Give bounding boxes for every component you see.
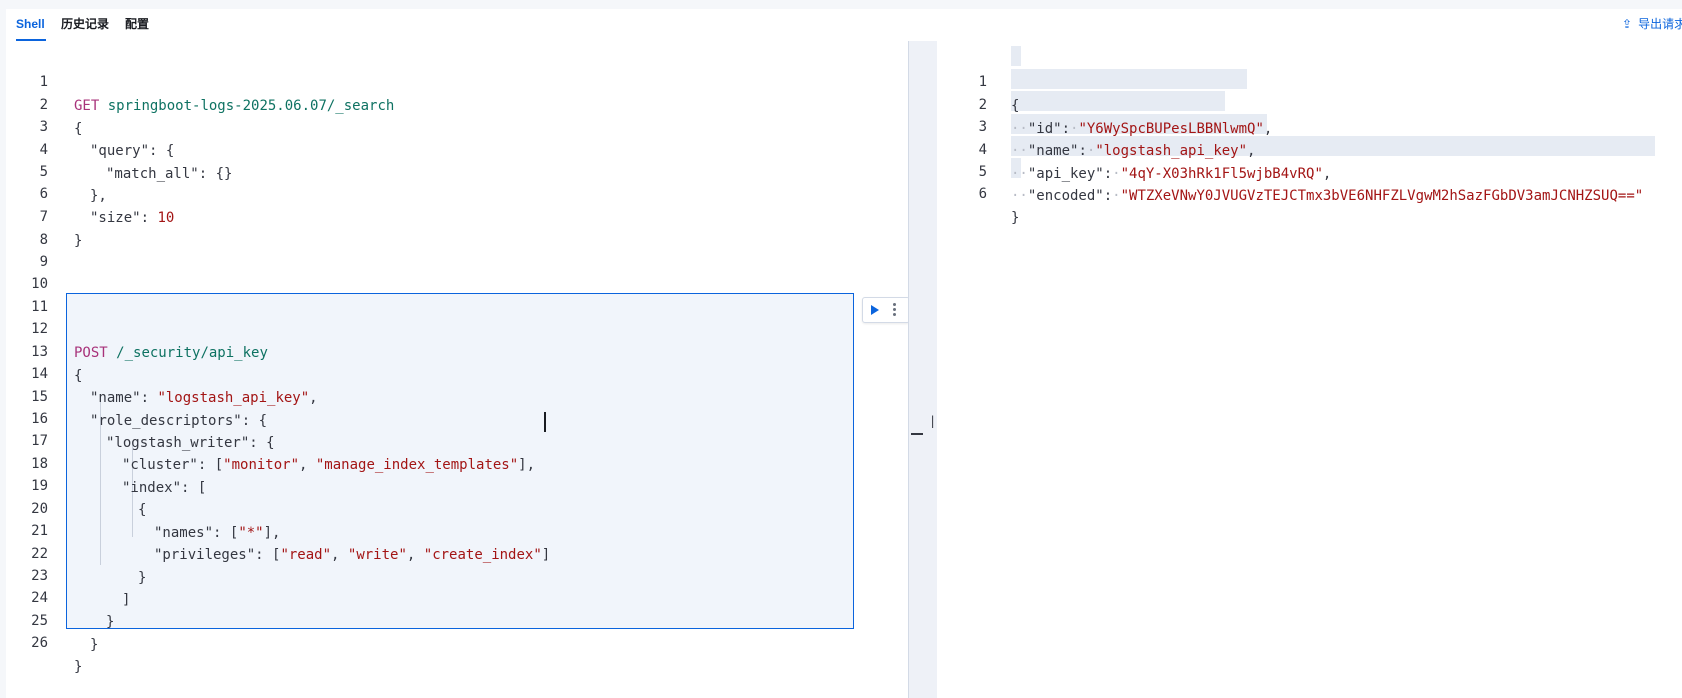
code-line-16: 16 "logstash_writer": { xyxy=(6,383,908,451)
whitespace-marker: ·· xyxy=(1011,188,1028,204)
request-actions xyxy=(862,297,910,323)
code-text: } xyxy=(74,659,83,675)
code-line-22: 22 } xyxy=(6,518,908,586)
code-line-21: 21 "privileges": ["read", "write", "crea… xyxy=(6,495,908,563)
code-text: } xyxy=(90,637,99,653)
code-line-23: 23 ] xyxy=(6,540,908,608)
export-label: 导出请求 xyxy=(1638,17,1682,31)
tab-shell[interactable]: Shell xyxy=(16,9,46,41)
output-line-4: 4 ··"api_key":·"4qY-X03hRk1Fl5wjbB4vRQ", xyxy=(937,114,1682,182)
tab-history[interactable]: 历史记录 xyxy=(61,9,109,41)
code-line-6: 6 "size": 10 xyxy=(6,158,908,226)
code-line-2: 2 { xyxy=(6,69,908,137)
pane-resizer[interactable]: || xyxy=(908,41,943,698)
response-output[interactable]: 1 { 2 ··"id":·"Y6WySpcBUPesLBBNlwmQ", 3 … xyxy=(937,41,1682,698)
code-line-24: 24 } xyxy=(6,562,908,630)
code-line-20: 20 "names": ["*"], xyxy=(6,473,908,541)
json-key: "encoded" xyxy=(1027,188,1104,204)
request-editor[interactable]: 1 GET springboot-logs-2025.06.07/_search… xyxy=(6,41,910,698)
code-line-3: 3 "query": { xyxy=(6,91,908,159)
code-line-19: 19 { xyxy=(6,450,908,518)
text-cursor xyxy=(544,412,546,432)
play-icon[interactable] xyxy=(871,305,879,315)
code-line-18: 18 "index": [ xyxy=(6,428,908,496)
code-line-14: 14 "name": "logstash_api_key", xyxy=(6,338,908,406)
console-app: Shell 历史记录 配置 ⇪ 导出请求 1 GET springboot-log… xyxy=(6,9,1682,698)
code-line-4: 4 "match_all": {} xyxy=(6,114,908,182)
code-line-9: 9 xyxy=(6,226,908,270)
output-line-6: 6 } xyxy=(937,158,1682,226)
output-line-5: 5 ··"encoded":·"WTZXeVNwY0JVUGVzTEJCTmx3… xyxy=(937,136,1682,204)
kebab-menu-icon[interactable] xyxy=(893,303,896,317)
code-line-8: 8 xyxy=(6,204,908,248)
code-text: : xyxy=(1103,188,1113,204)
line-number: 6 xyxy=(978,186,987,202)
json-string: "WTZXeVNwY0JVUGVzTEJCTmx3bVE6NHFZLVgwM2h… xyxy=(1120,188,1644,204)
output-line-1: 1 { xyxy=(937,46,1682,114)
code-line-17: 17 "cluster": ["monitor", "manage_index_… xyxy=(6,405,908,473)
code-line-1: 1 GET springboot-logs-2025.06.07/_search xyxy=(6,46,908,114)
code-line-15: 15 "role_descriptors": { xyxy=(6,361,908,429)
tab-config[interactable]: 配置 xyxy=(125,9,149,41)
code-line-25: 25 } xyxy=(6,585,908,653)
tab-bar: Shell 历史记录 配置 ⇪ 导出请求 xyxy=(6,9,1682,42)
code-line-13: 13 { xyxy=(6,316,908,384)
export-requests-button[interactable]: ⇪ 导出请求 xyxy=(1622,9,1682,41)
whitespace-marker: · xyxy=(1112,188,1121,204)
resize-bar xyxy=(911,433,923,435)
code-line-5: 5 }, xyxy=(6,136,908,204)
upload-icon: ⇪ xyxy=(1622,17,1633,31)
code-line-12: 12 POST /_security/api_key xyxy=(6,293,908,361)
line-number: 26 xyxy=(31,635,48,651)
code-text: } xyxy=(1011,210,1020,226)
code-line-7: 7 } xyxy=(6,181,908,249)
code-line-10: 10 xyxy=(6,248,908,292)
output-line-2: 2 ··"id":·"Y6WySpcBUPesLBBNlwmQ", xyxy=(937,69,1682,137)
code-line-26: 26 } xyxy=(6,607,908,675)
output-line-3: 3 ··"name":·"logstash_api_key", xyxy=(937,91,1682,159)
code-line-11: 11 xyxy=(6,271,908,315)
